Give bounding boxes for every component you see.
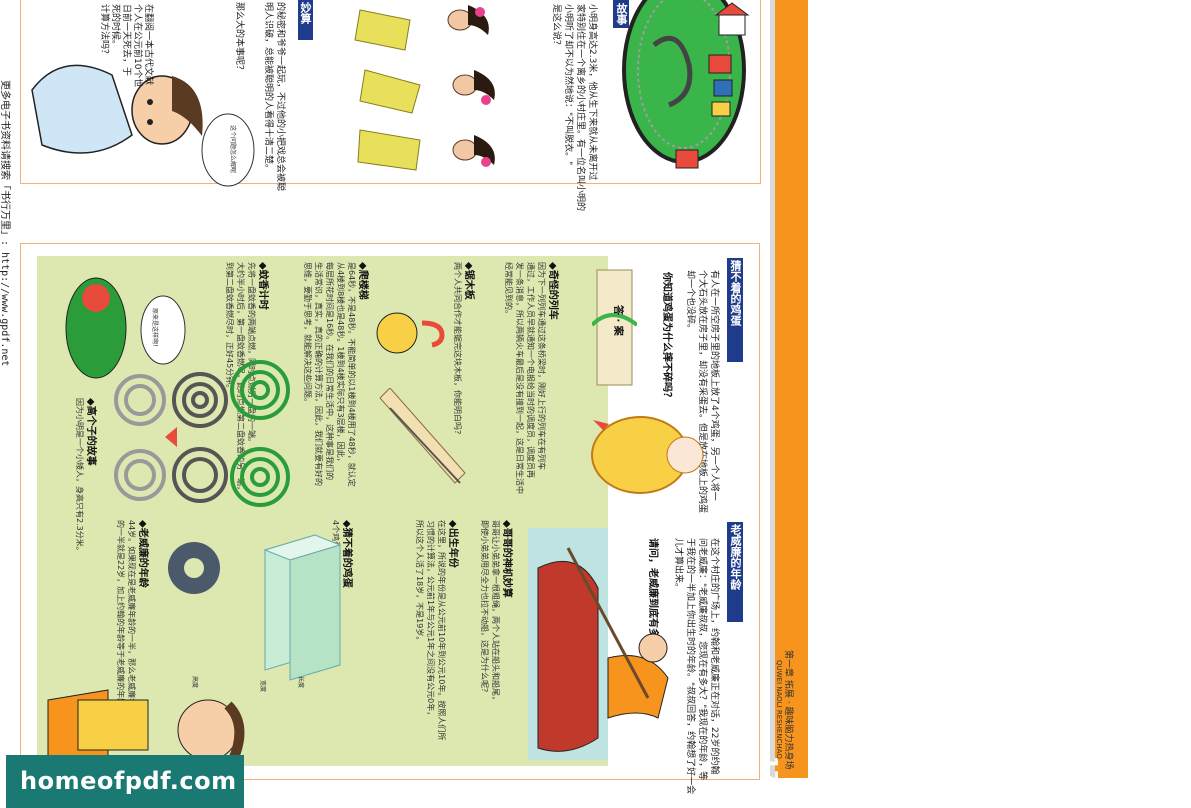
train-track-illustration	[622, 0, 750, 169]
dancers-illustration	[354, 5, 495, 171]
clever-tag: 妙算	[298, 0, 313, 40]
box-diagram	[263, 534, 342, 681]
thought-bubble-text: 这个问题怎么解呢	[229, 125, 236, 174]
speech-bubble-text: 原来是这样啊！	[151, 308, 158, 351]
chicken-illustration	[591, 416, 704, 494]
kids-illustration	[65, 277, 127, 379]
footer-text: 更多电子书资料请搜索「书行万里」: http://www.gpdf.net	[0, 80, 10, 367]
page-number: 17	[758, 756, 782, 784]
mosquito-coils-illustration	[114, 360, 290, 507]
clever-text: 的秘密和爷爷一起玩，不过他的小把戏总会被聪 明人识破，总能被聪明的人看得十清二楚…	[263, 2, 285, 192]
question-smiley	[376, 312, 445, 354]
watermark-text: homeofpdf.com	[20, 767, 237, 795]
watermark-banner: homeofpdf.com	[6, 755, 244, 808]
answer-strange-train: ◆奇怪的列车 因为下一列列车通过这条桥梁时，刚好上行的列车在有列车 通过，工作人…	[504, 262, 558, 494]
clever-question: 那么大的本事呢？	[234, 2, 244, 75]
william-age-tag: 老威廉的年龄	[727, 522, 743, 622]
saw-board-illustration	[379, 388, 466, 484]
speech-bubble	[140, 295, 186, 365]
egg-puzzle-tag: 猜不着的鸡蛋	[727, 258, 743, 362]
length-label: 长度	[297, 676, 304, 689]
answer-tall-man: ◆高个子的故事 因为小明是一个小矮人，身高只有2.3分米。	[75, 398, 96, 555]
story-tag: 故事	[613, 0, 629, 28]
answer-brother-trick: ◆哥哥的神机妙算 哥哥让小弟弟拿一根粗绳，两个人站在船头和船尾， 即使小弟弟用尽…	[480, 520, 512, 704]
top-story-text: 小明身高达2.3米，他从生下来就从未离开过 家特别住在一个离乡的小村庄里。有一位…	[551, 4, 597, 212]
ancient-record-text: 在翻阅一本古代文献 个人在公元前10个世 日前一天死去，于 死的时候。 计算方法…	[99, 4, 153, 88]
thought-bubble	[201, 113, 255, 187]
scanned-book-spread: 17 第一章 拓展 · 趣味脑力热身场 QUWEI NAOLI RESHENCH…	[0, 0, 808, 808]
william-age-intro: 在这个村庄的广场上，约翰和老威廉正在对话，22岁的约翰 问老威廉："老威廉叔叔，…	[673, 538, 719, 795]
boat-illustration	[528, 528, 669, 760]
answer-birth-year: ◆出生年份 在这里，所说的年份是从公元前10年到公元10年。按照人们所 习惯的计…	[415, 520, 458, 741]
answer-label: 答 · 案	[612, 305, 623, 336]
chapter-subtitle: QUWEI NAOLI RESHENCHAO	[775, 660, 783, 759]
chapter-title: 第一章 拓展 · 趣味脑力热身场	[783, 650, 793, 770]
width-label: 宽度	[259, 680, 266, 693]
egg-puzzle-question: 你知道鸡蛋为什么摔不碎吗？	[661, 272, 672, 402]
answer-climb-stairs: ◆爬楼梯 是64秒，不是48秒。不能简单的以1楼到4楼用了48秒，就认定 从4楼…	[303, 262, 368, 487]
ring-diagram	[168, 542, 220, 594]
